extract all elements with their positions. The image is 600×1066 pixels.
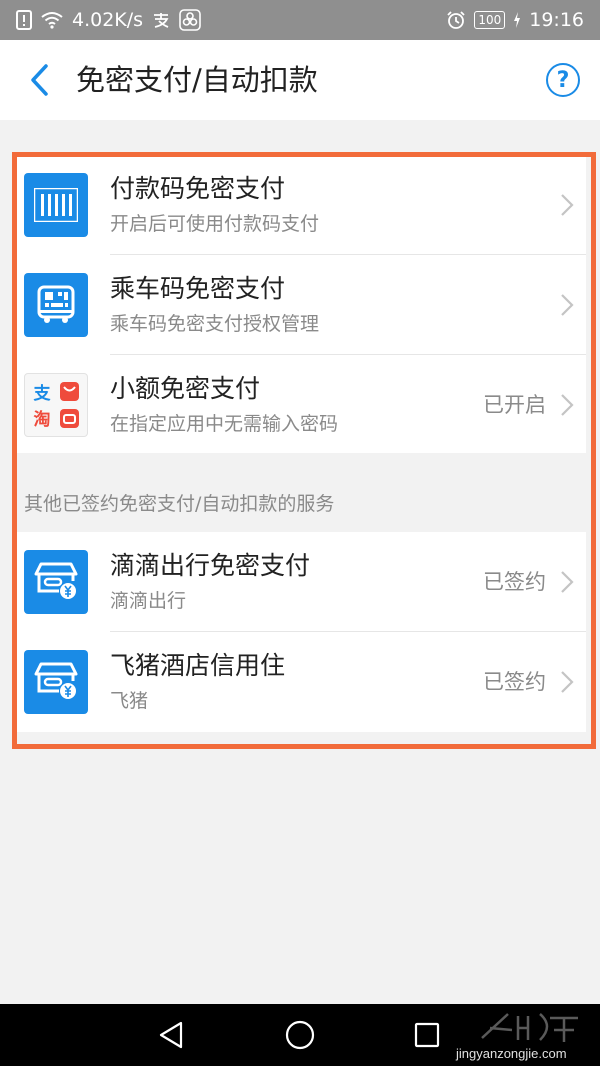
list-item-title: 飞猪酒店信用住 bbox=[110, 651, 286, 680]
help-button[interactable]: ? bbox=[546, 63, 580, 97]
list-item-subtitle: 乘车码免密支付授权管理 bbox=[110, 313, 320, 335]
status-signed: 已签约 bbox=[483, 570, 546, 594]
charging-icon bbox=[513, 12, 521, 28]
chevron-left-icon bbox=[31, 64, 48, 96]
alipay-taobao-icon: 支 淘 bbox=[24, 373, 88, 437]
barcode-icon bbox=[24, 173, 88, 237]
header: 免密支付/自动扣款 ? bbox=[0, 40, 600, 120]
chevron-right-icon bbox=[561, 294, 574, 316]
battery-level: 100 bbox=[474, 11, 506, 29]
list-item-transit-code[interactable]: 乘车码免密支付 乘车码免密支付授权管理 bbox=[16, 255, 586, 355]
nav-recents-button[interactable] bbox=[410, 1018, 444, 1052]
chevron-right-icon bbox=[561, 394, 574, 416]
list-item-title: 滴滴出行免密支付 bbox=[110, 551, 311, 580]
bus-qr-icon bbox=[24, 273, 88, 337]
status-signed: 已签约 bbox=[483, 670, 546, 694]
triangle-back-icon bbox=[159, 1021, 183, 1049]
list-item-fliggy[interactable]: 飞猪酒店信用住 飞猪 已签约 bbox=[16, 632, 586, 732]
list-item-didi[interactable]: 滴滴出行免密支付 滴滴出行 已签约 bbox=[16, 532, 586, 632]
clock: 19:16 bbox=[529, 9, 584, 31]
status-bar: 4.02K/s 100 19:16 bbox=[0, 0, 600, 40]
list-item-payment-code[interactable]: 付款码免密支付 开启后可使用付款码支付 bbox=[16, 155, 586, 255]
list-item-subtitle: 开启后可使用付款码支付 bbox=[110, 213, 320, 235]
list-item-small-amount[interactable]: 支 淘 小额免密支付 在指定应用中无需输入密码 已开启 bbox=[16, 355, 586, 455]
circle-home-icon bbox=[285, 1020, 315, 1050]
taobao-glyph: 淘 bbox=[34, 409, 51, 430]
navigation-bar bbox=[0, 1004, 600, 1066]
alert-icon bbox=[16, 10, 32, 30]
status-left: 4.02K/s bbox=[16, 9, 201, 31]
list-item-title: 付款码免密支付 bbox=[110, 174, 286, 203]
list-item-title: 乘车码免密支付 bbox=[110, 274, 286, 303]
payment-settings-list: 付款码免密支付 开启后可使用付款码支付 乘车码免密支付 乘车码免密支付授权管理 … bbox=[16, 155, 586, 453]
app-notification-icon bbox=[179, 9, 201, 31]
wifi-icon bbox=[40, 11, 64, 29]
list-item-title: 小额免密支付 bbox=[110, 374, 261, 403]
list-item-subtitle: 滴滴出行 bbox=[110, 590, 187, 612]
list-item-subtitle: 飞猪 bbox=[110, 690, 149, 712]
status-enabled: 已开启 bbox=[483, 393, 546, 417]
nav-home-button[interactable] bbox=[283, 1018, 317, 1052]
signed-services-list: 滴滴出行免密支付 滴滴出行 已签约 飞猪酒店信用住 飞猪 已签约 bbox=[16, 532, 586, 732]
chevron-right-icon bbox=[561, 671, 574, 693]
alipay-notification-icon bbox=[151, 10, 171, 30]
square-recents-icon bbox=[414, 1022, 440, 1048]
alarm-icon bbox=[446, 10, 466, 30]
nav-back-button[interactable] bbox=[154, 1018, 188, 1052]
chevron-right-icon bbox=[561, 571, 574, 593]
network-speed: 4.02K/s bbox=[72, 9, 144, 31]
back-button[interactable] bbox=[22, 62, 56, 98]
store-yen-icon bbox=[24, 550, 88, 614]
store-yen-icon bbox=[24, 650, 88, 714]
list-item-subtitle: 在指定应用中无需输入密码 bbox=[110, 413, 339, 435]
page-title: 免密支付/自动扣款 bbox=[76, 63, 318, 97]
section-header-other-services: 其他已签约免密支付/自动扣款的服务 bbox=[24, 493, 335, 515]
alipay-glyph: 支 bbox=[34, 383, 52, 404]
chevron-right-icon bbox=[561, 194, 574, 216]
status-right: 100 19:16 bbox=[446, 9, 584, 31]
